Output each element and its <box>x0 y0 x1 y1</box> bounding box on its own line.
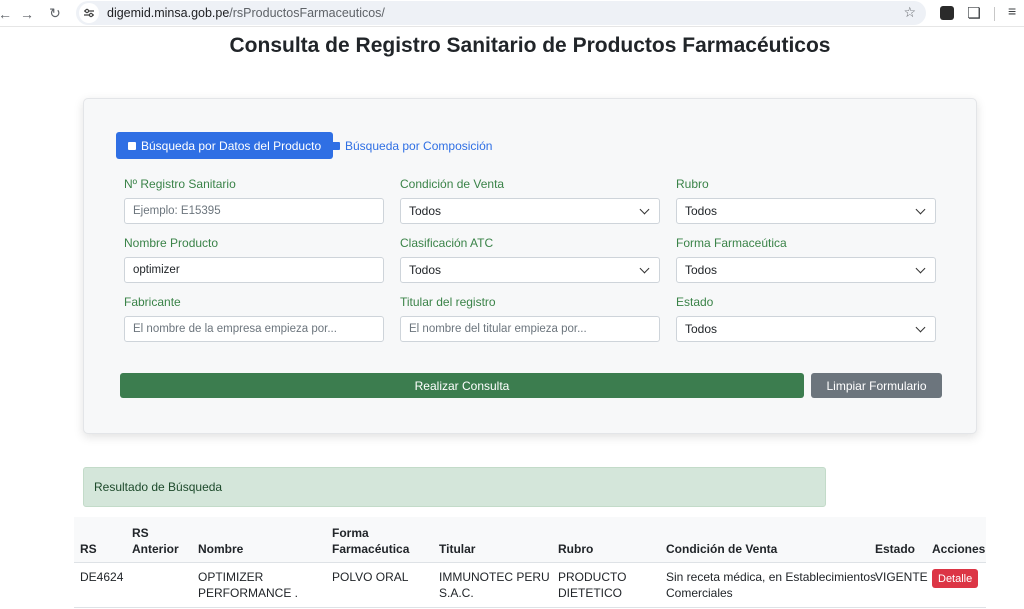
cell-titular: IMMUNOTEC PERU S.A.C. <box>439 569 550 601</box>
col-titular: Titular <box>439 542 476 556</box>
atc-value: Todos <box>409 263 442 277</box>
cell-rubro: PRODUCTO DIETETICO <box>558 569 626 601</box>
cell-estado: VIGENTE <box>875 570 928 584</box>
col-condicion: Condición de Venta <box>666 542 778 556</box>
chevron-down-icon <box>639 263 650 273</box>
atc-select[interactable]: Todos <box>400 257 660 283</box>
col-forma: Forma Farmacéutica <box>332 525 409 557</box>
nombre-input[interactable]: optimizer <box>124 257 384 283</box>
square-icon <box>128 141 136 150</box>
col-acciones: Acciones <box>932 542 986 556</box>
chevron-down-icon <box>915 263 926 273</box>
forma-label: Forma Farmaceútica <box>676 236 787 250</box>
col-nombre: Nombre <box>198 542 244 556</box>
chevron-down-icon <box>639 204 650 214</box>
cell-titular-line1: IMMUNOTEC PERU <box>439 570 550 584</box>
extension-icon[interactable] <box>939 4 955 22</box>
fabricante-label: Fabricante <box>124 295 181 309</box>
page-title: Consulta de Registro Sanitario de Produc… <box>229 34 831 57</box>
url-host: digemid.minsa.gob.pe <box>107 6 230 20</box>
condicion-select[interactable]: Todos <box>400 198 660 224</box>
cell-titular-line2: S.A.C. <box>439 586 474 600</box>
col-forma-line2: Farmacéutica <box>332 542 410 556</box>
chevron-down-icon <box>915 204 926 214</box>
titular-input[interactable]: El nombre del titular empieza por... <box>400 316 660 342</box>
cell-condicion-line2: Comerciales <box>666 586 733 600</box>
tab-composition[interactable]: Búsqueda por Composición <box>332 132 492 159</box>
cell-rs: DE4624 <box>80 570 124 584</box>
row-divider <box>74 607 986 608</box>
col-rubro: Rubro <box>558 542 594 556</box>
col-forma-line1: Forma <box>332 526 369 540</box>
tab-product-data-label: Búsqueda por Datos del Producto <box>141 138 322 153</box>
col-rs-anterior-line1: RS <box>132 526 149 540</box>
estado-select[interactable]: Todos <box>676 316 936 342</box>
col-rs: RS <box>80 542 97 556</box>
estado-value: Todos <box>685 322 718 336</box>
url-path: /rsProductosFarmaceuticos/ <box>229 6 385 20</box>
fabricante-input[interactable]: El nombre de la empresa empieza por... <box>124 316 384 342</box>
site-info-icon[interactable] <box>79 3 99 23</box>
cell-condicion-line1: Sin receta médica, en Establecimientos <box>666 570 877 584</box>
tab-product-data[interactable]: Búsqueda por Datos del Producto <box>116 132 334 159</box>
results-title-bar: Resultado de Búsqueda <box>83 467 826 507</box>
cell-nombre: OPTIMIZER PERFORMANCE . <box>198 569 298 601</box>
col-estado: Estado <box>875 542 916 556</box>
cell-rubro-line1: PRODUCTO <box>558 570 627 584</box>
condicion-label: Condición de Venta <box>400 177 505 191</box>
reload-icon[interactable]: ↻ <box>42 0 68 27</box>
registro-input[interactable]: Ejemplo: E15395 <box>124 198 384 224</box>
menu-icon[interactable]: ≡ <box>1008 3 1016 19</box>
clear-form-button[interactable]: Limpiar Formulario <box>811 373 942 398</box>
tab-composition-label: Búsqueda por Composición <box>345 138 493 153</box>
rubro-select[interactable]: Todos <box>676 198 936 224</box>
browser-toolbar: ← → ↻ digemid.minsa.gob.pe/rsProductosFa… <box>0 0 1024 27</box>
cell-nombre-line1: OPTIMIZER <box>198 570 264 584</box>
puzzle-extensions-icon[interactable]: ❏ <box>966 4 982 22</box>
estado-label: Estado <box>676 295 714 309</box>
forward-arrow-icon[interactable]: → <box>14 0 40 27</box>
registro-label: Nº Registro Sanitario <box>124 177 236 191</box>
toolbar-divider <box>994 7 995 21</box>
col-rs-anterior: RS Anterior <box>132 525 179 557</box>
detail-button[interactable]: Detalle <box>932 569 979 588</box>
rubro-value: Todos <box>685 204 718 218</box>
cell-rubro-line2: DIETETICO <box>558 586 623 600</box>
titular-label: Titular del registro <box>400 295 496 309</box>
forma-select[interactable]: Todos <box>676 257 936 283</box>
header-divider <box>74 562 986 563</box>
cell-nombre-line2: PERFORMANCE . <box>198 586 299 600</box>
rubro-label: Rubro <box>676 177 709 191</box>
url-text: digemid.minsa.gob.pe/rsProductosFarmaceu… <box>107 6 385 20</box>
address-bar[interactable]: digemid.minsa.gob.pe/rsProductosFarmaceu… <box>76 1 926 25</box>
submit-query-button[interactable]: Realizar Consulta <box>120 373 804 398</box>
square-icon <box>332 141 340 150</box>
search-form-card: Búsqueda por Datos del Producto Búsqueda… <box>83 98 977 434</box>
condicion-value: Todos <box>409 204 442 218</box>
nombre-label: Nombre Producto <box>124 236 219 250</box>
col-rs-anterior-line2: Anterior <box>132 542 179 556</box>
bookmark-star-icon[interactable]: ☆ <box>903 4 916 21</box>
cell-condicion: Sin receta médica, en Establecimientos C… <box>666 569 876 601</box>
results-title: Resultado de Búsqueda <box>94 480 223 494</box>
cell-forma: POLVO ORAL <box>332 570 409 584</box>
chevron-down-icon <box>915 322 926 332</box>
atc-label: Clasificación ATC <box>400 236 494 250</box>
forma-value: Todos <box>685 263 718 277</box>
